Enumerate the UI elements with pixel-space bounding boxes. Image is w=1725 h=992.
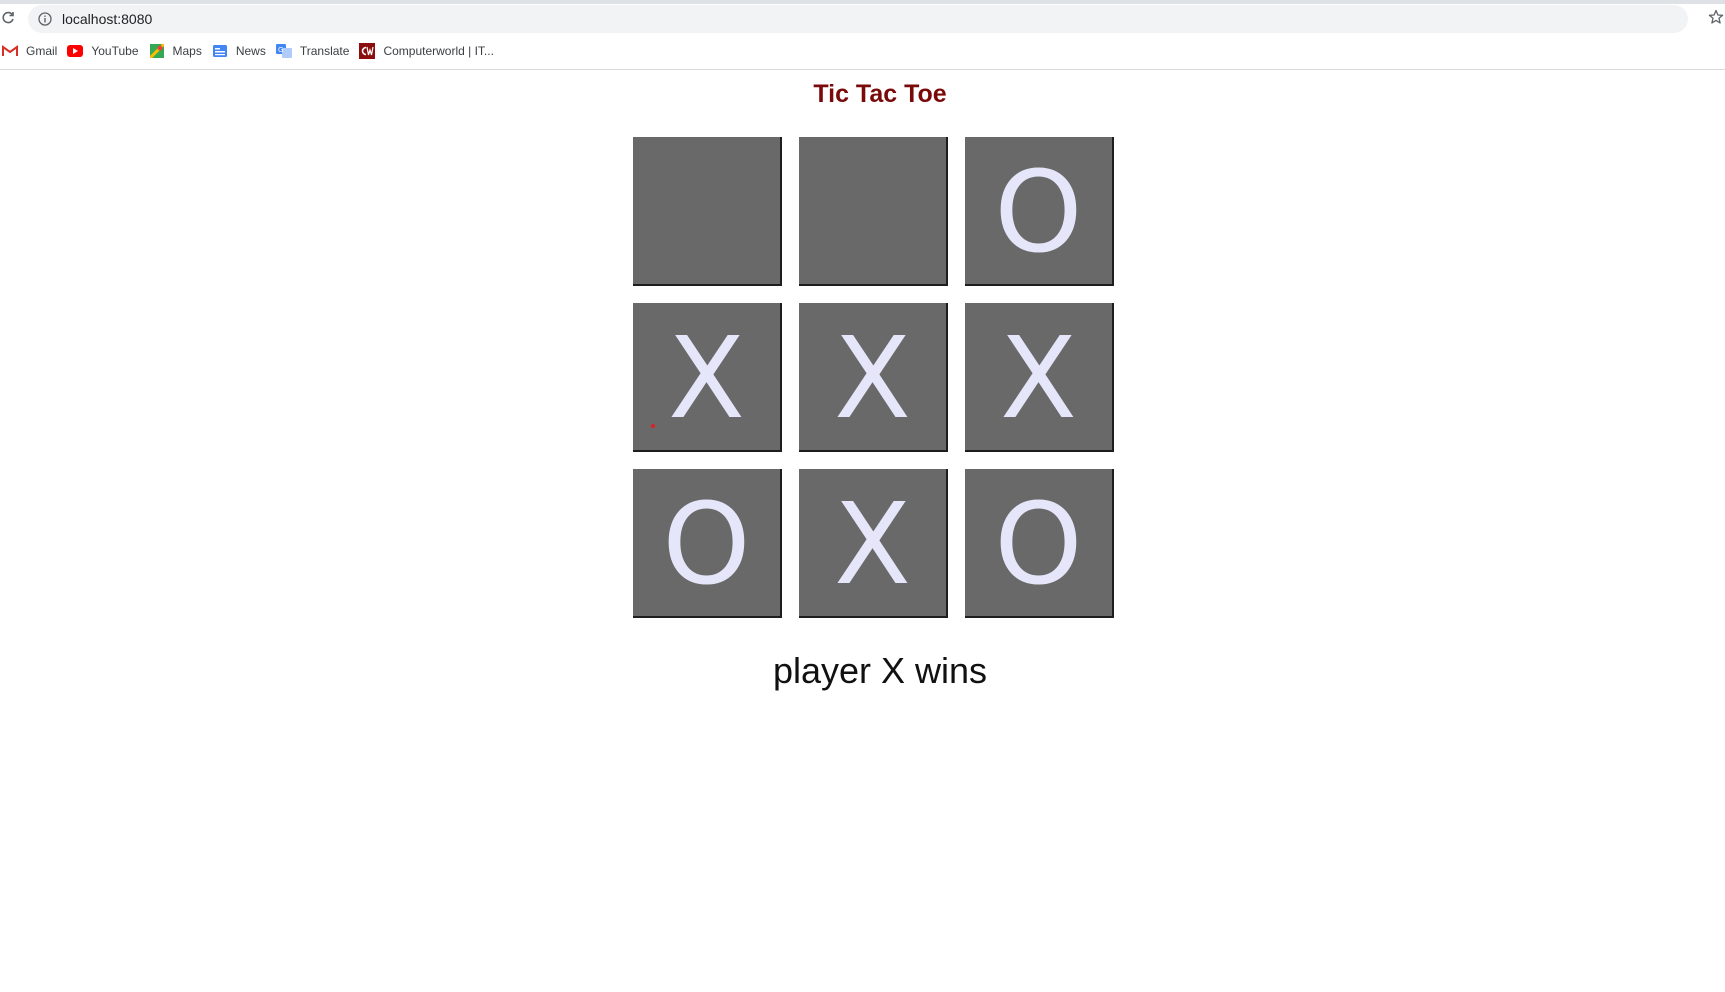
board-cell-r1-c2[interactable] — [799, 137, 948, 286]
youtube-icon — [67, 43, 84, 59]
bookmarks-bar: Gmail YouTube Maps News G Translate Comp… — [0, 38, 1725, 64]
board-cell-r1-c1[interactable] — [633, 137, 782, 286]
board-cell-r3-c1[interactable]: O — [633, 469, 782, 618]
bookmark-translate[interactable]: G Translate — [274, 39, 358, 63]
reload-icon — [2, 11, 14, 24]
cell-mark: X — [668, 313, 745, 444]
info-icon[interactable] — [38, 12, 52, 26]
tab-strip — [0, 0, 1725, 4]
cell-mark: X — [834, 313, 911, 444]
bookmark-label: News — [235, 44, 266, 58]
computerworld-icon — [359, 43, 376, 59]
cell-mark: X — [834, 479, 911, 610]
bookmark-youtube[interactable]: YouTube — [65, 39, 146, 63]
svg-text:G: G — [278, 46, 283, 54]
bookmark-news[interactable]: News — [210, 39, 274, 63]
translate-icon: G — [275, 43, 292, 59]
page-title: Tic Tac Toe — [813, 80, 947, 108]
board-cell-r2-c3[interactable]: X — [965, 303, 1114, 452]
bookmark-label: Maps — [172, 44, 202, 58]
bookmark-label: Computerworld | IT... — [383, 44, 494, 58]
bookmark-computerworld[interactable]: Computerworld | IT... — [357, 39, 501, 63]
board-cell-r2-c1[interactable]: X — [633, 303, 782, 452]
board-cell-r1-c3[interactable]: O — [965, 137, 1114, 286]
bookmark-gmail[interactable]: Gmail — [0, 39, 65, 63]
cell-mark: O — [994, 147, 1083, 278]
star-icon — [1708, 9, 1724, 24]
bookmark-label: YouTube — [91, 44, 139, 58]
reload-button[interactable] — [0, 10, 16, 26]
gmail-icon — [2, 43, 18, 59]
board-cell-r3-c3[interactable]: O — [965, 469, 1114, 618]
game-board: O X X X O X O — [633, 137, 1115, 619]
bookmark-maps[interactable]: Maps — [147, 39, 210, 63]
news-icon — [212, 43, 228, 59]
board-cell-r2-c2[interactable]: X — [799, 303, 948, 452]
cell-mark: X — [1000, 313, 1077, 444]
address-bar[interactable]: localhost:8080 — [28, 5, 1688, 33]
cell-mark: O — [662, 479, 751, 610]
bookmark-label: Translate — [299, 44, 350, 58]
bookmark-label: Gmail — [26, 44, 58, 58]
maps-icon — [149, 43, 165, 59]
browser-toolbar: localhost:8080 — [0, 0, 1725, 36]
cell-mark: O — [994, 479, 1083, 610]
bookmark-star-button[interactable] — [1707, 8, 1725, 26]
board-cell-r3-c2[interactable]: X — [799, 469, 948, 618]
game-status: player X wins — [772, 650, 988, 691]
toolbar-divider — [0, 69, 1725, 70]
url-text: localhost:8080 — [62, 11, 153, 27]
mouse-cursor-dot — [651, 424, 655, 428]
